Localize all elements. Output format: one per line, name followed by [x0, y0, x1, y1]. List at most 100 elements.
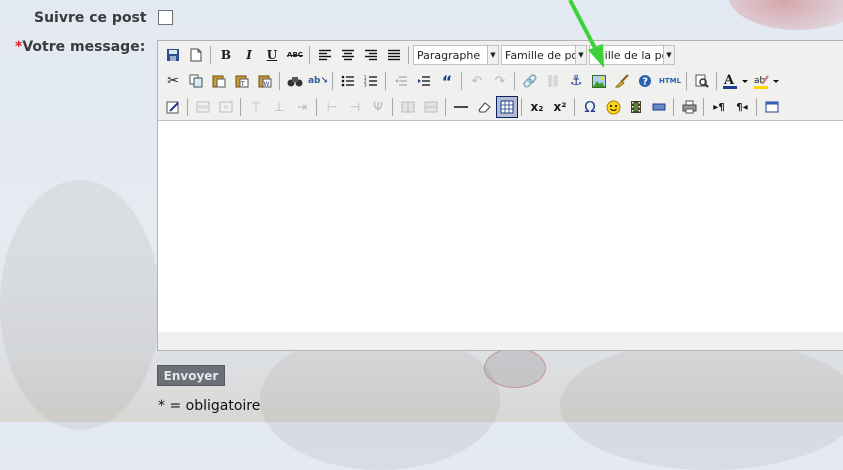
subscript-button[interactable]: x₂ — [526, 96, 548, 118]
numbered-list-button[interactable]: 123 — [360, 70, 382, 92]
cell-props-icon — [219, 101, 233, 113]
fullscreen-icon — [765, 101, 779, 113]
rich-text-editor: B I U ABC Paragraphe ▼ Famille de police… — [157, 40, 843, 351]
binoculars-icon — [287, 77, 303, 87]
insert-image-button[interactable] — [588, 70, 610, 92]
format-select[interactable]: Paragraphe ▼ — [413, 45, 499, 65]
insert-col-before-button[interactable]: ⊢ — [321, 96, 343, 118]
split-cells-button[interactable] — [397, 96, 419, 118]
paste-text-button[interactable]: T — [231, 70, 253, 92]
paste-word-button[interactable]: W — [254, 70, 276, 92]
horizontal-rule-button[interactable] — [450, 96, 472, 118]
chevron-down-icon: ▼ — [663, 46, 674, 64]
copy-icon — [189, 74, 203, 88]
magnifier-page-icon — [695, 74, 709, 88]
delete-row-icon: ⇥ — [296, 100, 308, 114]
undo-button[interactable]: ↶ — [466, 70, 488, 92]
merge-cells-button[interactable] — [420, 96, 442, 118]
edit-css-button[interactable] — [162, 96, 184, 118]
bold-button[interactable]: B — [215, 44, 237, 66]
insert-input-button[interactable] — [648, 96, 670, 118]
align-justify-button[interactable] — [383, 44, 405, 66]
unlink-button[interactable]: ⛓ — [542, 70, 564, 92]
subscript-icon: x₂ — [530, 100, 544, 114]
background-tree — [560, 340, 843, 470]
print-button[interactable] — [678, 96, 700, 118]
align-right-button[interactable] — [360, 44, 382, 66]
insert-row-before-button[interactable]: ⊤ — [245, 96, 267, 118]
align-center-button[interactable] — [337, 44, 359, 66]
paste-button[interactable] — [208, 70, 230, 92]
toolbar-separator — [686, 72, 687, 90]
new-document-button[interactable] — [185, 44, 207, 66]
toolbar-separator — [316, 98, 317, 116]
align-right-icon — [365, 49, 377, 61]
text-color-button[interactable]: A — [721, 70, 751, 92]
send-button[interactable]: Envoyer — [157, 365, 225, 386]
bullet-list-button[interactable] — [337, 70, 359, 92]
underline-icon: U — [266, 48, 278, 62]
svg-text:W: W — [264, 81, 270, 88]
italic-button[interactable]: I — [238, 44, 260, 66]
background-tree — [260, 330, 500, 470]
green-arrow-annotation — [568, 0, 604, 68]
indent-icon — [418, 76, 430, 86]
required-note: * = obligatoire — [158, 398, 261, 414]
anchor-button[interactable]: ⚓ — [565, 70, 587, 92]
row-props-button[interactable] — [192, 96, 214, 118]
indent-button[interactable] — [413, 70, 435, 92]
insert-media-button[interactable] — [625, 96, 647, 118]
insert-col-after-button[interactable]: ⊣ — [344, 96, 366, 118]
svg-text:T: T — [240, 81, 245, 88]
delete-col-icon: Ψ — [373, 100, 383, 114]
bullet-list-icon — [341, 75, 354, 87]
row-props-icon — [196, 101, 210, 113]
insert-link-button[interactable]: 🔗 — [519, 70, 541, 92]
remove-format-button[interactable] — [473, 96, 495, 118]
delete-col-button[interactable]: Ψ — [367, 96, 389, 118]
strikethrough-button[interactable]: ABC — [284, 44, 306, 66]
col-before-icon: ⊢ — [326, 100, 338, 114]
film-icon — [631, 101, 641, 113]
omega-icon: Ω — [584, 98, 596, 116]
highlight-color-icon: ab — [754, 75, 779, 89]
link-icon: 🔗 — [522, 74, 538, 88]
align-left-button[interactable] — [314, 44, 336, 66]
svg-text:A: A — [723, 73, 735, 88]
chevron-down-icon: ▼ — [487, 46, 498, 64]
visual-aid-button[interactable] — [496, 96, 518, 118]
fullscreen-button[interactable] — [761, 96, 783, 118]
cleanup-button[interactable] — [611, 70, 633, 92]
underline-button[interactable]: U — [261, 44, 283, 66]
strikethrough-icon: ABC — [287, 51, 303, 59]
toolbar-separator — [756, 98, 757, 116]
redo-button[interactable]: ↷ — [489, 70, 511, 92]
rtl-button[interactable]: ¶◂ — [731, 96, 753, 118]
save-button[interactable] — [162, 44, 184, 66]
cut-button[interactable]: ✂ — [162, 70, 184, 92]
toolbar-separator — [392, 98, 393, 116]
background-tree — [0, 180, 160, 430]
highlight-color-button[interactable]: ab — [752, 70, 782, 92]
toolbar-row-2: ✂ T W ab↘ 123 “ ↶ ↷ 🔗 ⛓ ⚓ ? HTML A ab — [162, 69, 783, 93]
copy-button[interactable] — [185, 70, 207, 92]
ltr-button[interactable]: ▸¶ — [708, 96, 730, 118]
outdent-button[interactable] — [390, 70, 412, 92]
toolbar-separator — [445, 98, 446, 116]
special-char-button[interactable]: Ω — [579, 96, 601, 118]
follow-post-checkbox[interactable] — [158, 10, 173, 25]
toolbar-separator — [385, 72, 386, 90]
superscript-button[interactable]: x² — [549, 96, 571, 118]
cell-props-button[interactable] — [215, 96, 237, 118]
replace-button[interactable]: ab↘ — [307, 70, 329, 92]
help-button[interactable]: ? — [634, 70, 656, 92]
image-icon — [592, 74, 606, 88]
preview-button[interactable] — [691, 70, 713, 92]
editor-content-area[interactable] — [158, 120, 843, 333]
delete-row-button[interactable]: ⇥ — [291, 96, 313, 118]
find-button[interactable] — [284, 70, 306, 92]
html-source-button[interactable]: HTML — [657, 70, 683, 92]
emoticon-button[interactable] — [602, 96, 624, 118]
blockquote-button[interactable]: “ — [436, 70, 458, 92]
insert-row-after-button[interactable]: ⊥ — [268, 96, 290, 118]
